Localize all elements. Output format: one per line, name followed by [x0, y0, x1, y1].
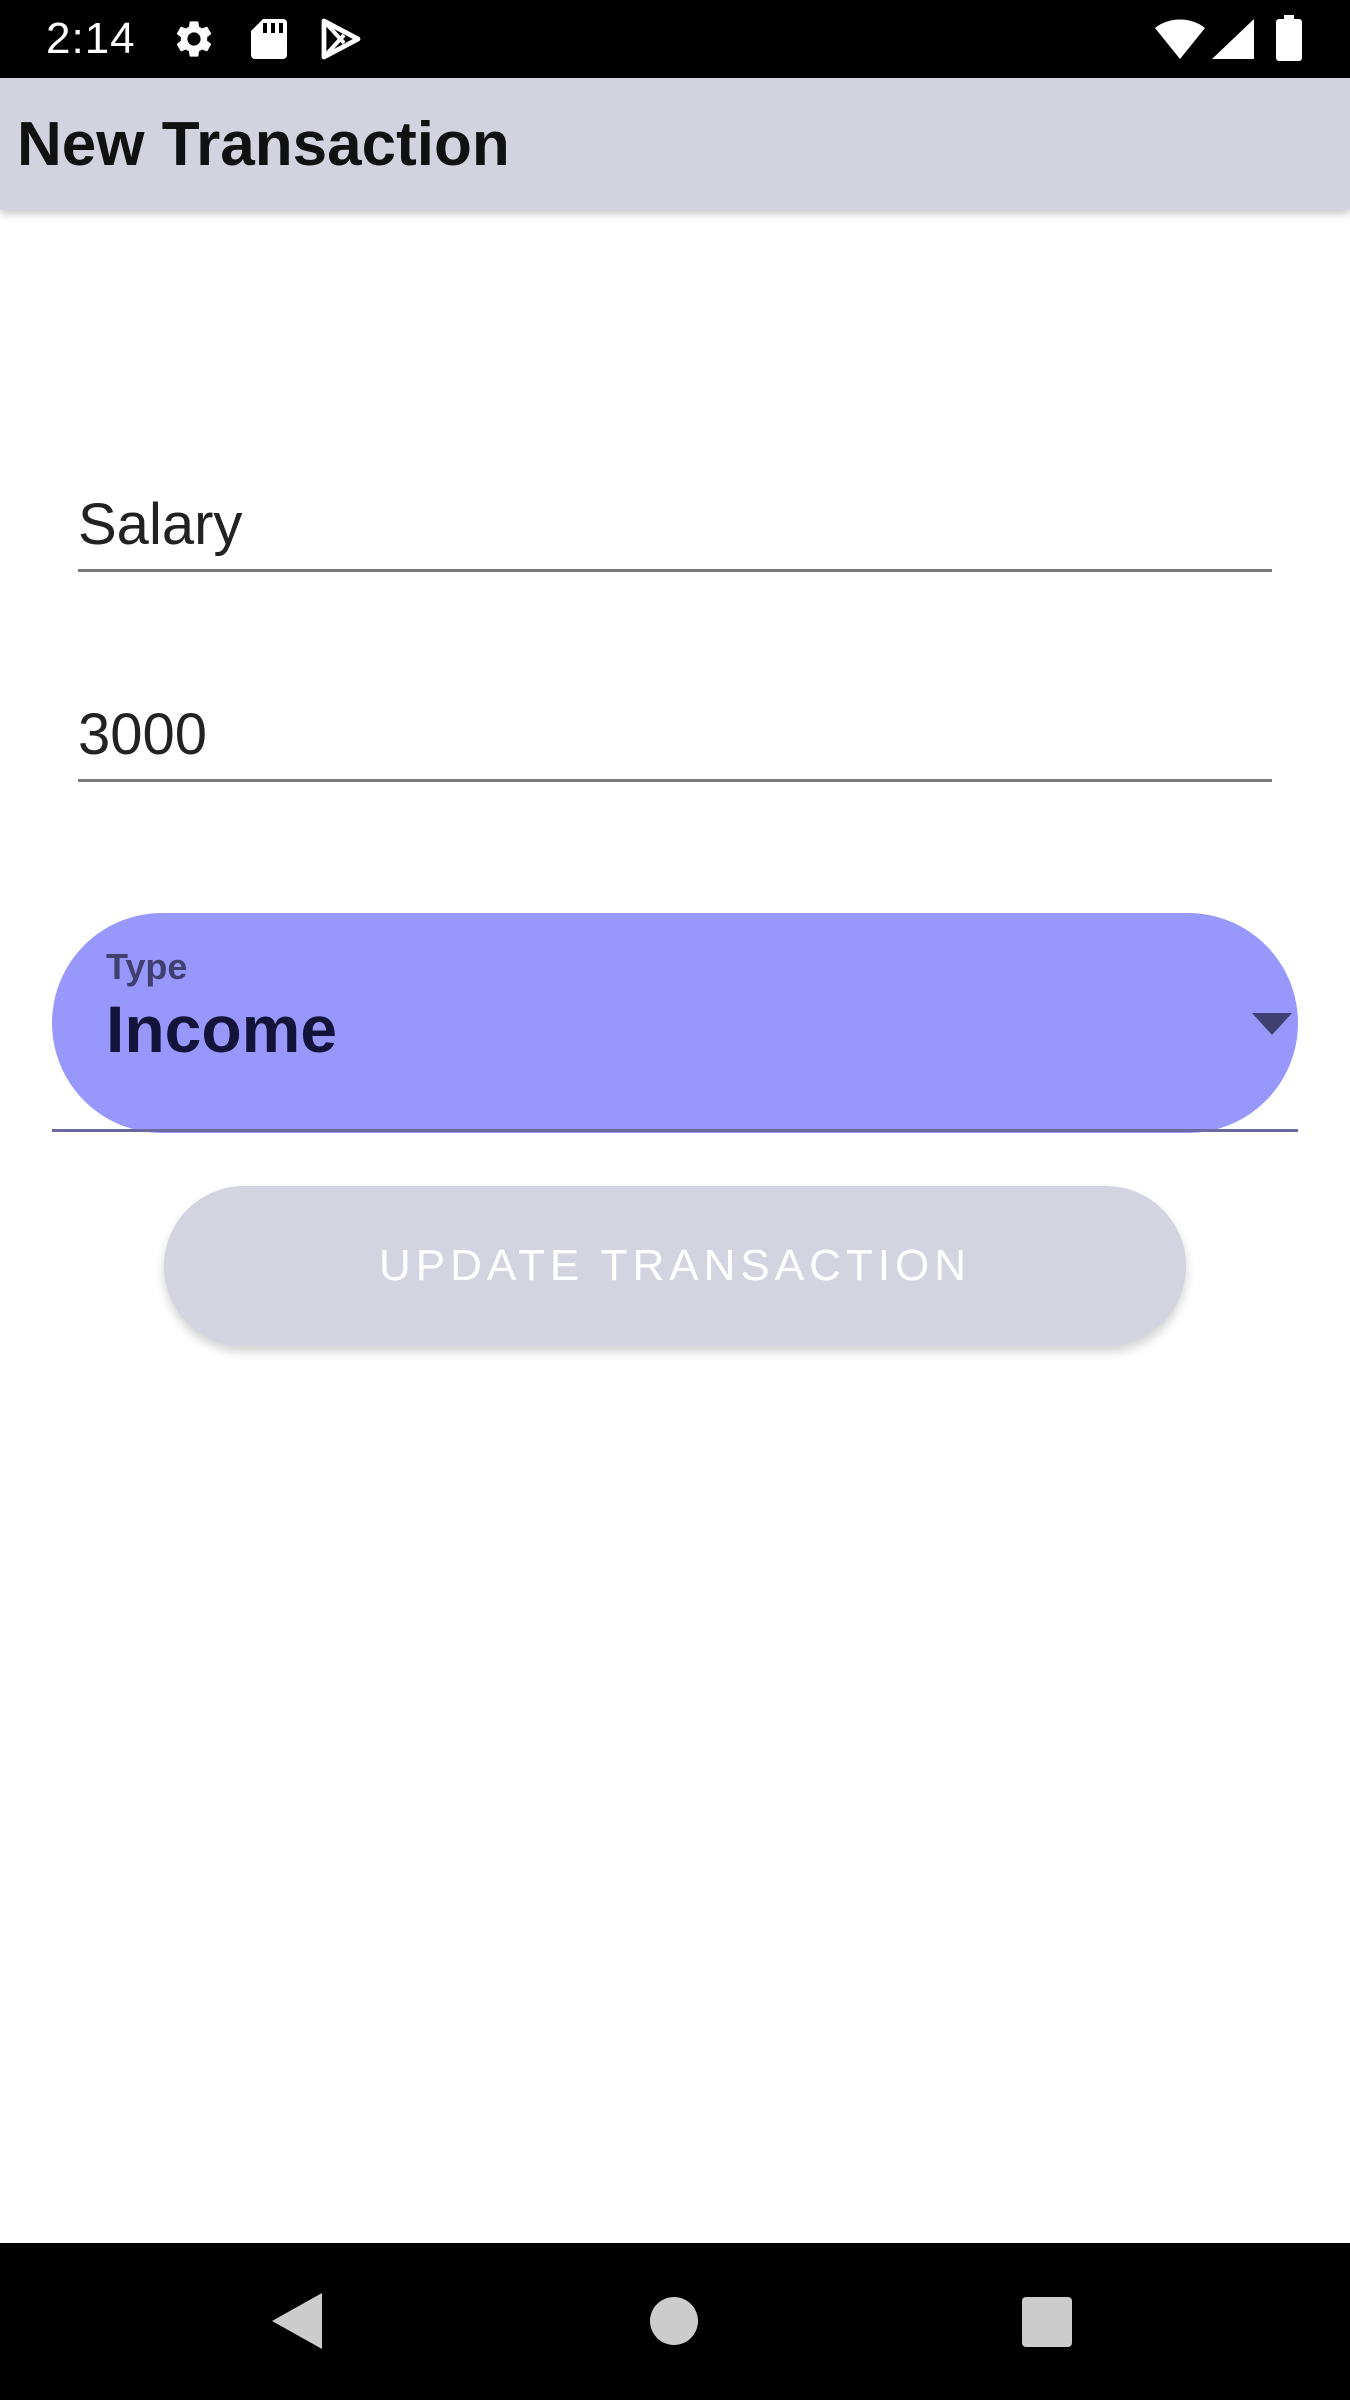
description-input[interactable]: [78, 482, 1272, 566]
amount-input[interactable]: [78, 692, 1272, 776]
description-field[interactable]: [78, 482, 1272, 572]
dropdown-arrow-icon: [1252, 1013, 1292, 1035]
play-store-icon: [321, 18, 361, 60]
screen: 2:14 New Transaction Salary 3000 Type In…: [0, 0, 1350, 2400]
back-icon[interactable]: [272, 2293, 322, 2349]
cell-signal-icon: [1212, 19, 1254, 59]
navigation-bar: [0, 2243, 1350, 2400]
recents-icon[interactable]: [1022, 2297, 1072, 2347]
type-label: Type: [106, 946, 188, 987]
status-time: 2:14: [46, 14, 136, 63]
gear-icon: [176, 21, 212, 57]
update-transaction-button[interactable]: UPDATE TRANSACTION: [164, 1186, 1186, 1346]
amount-field[interactable]: [78, 692, 1272, 782]
type-value: Income: [106, 992, 338, 1066]
app-bar: New Transaction: [0, 78, 1350, 210]
type-dropdown-underline: [52, 1129, 1298, 1132]
wifi-icon: [1155, 19, 1205, 59]
home-icon[interactable]: [650, 2297, 698, 2345]
battery-icon: [1276, 15, 1302, 61]
type-dropdown[interactable]: Type Income: [52, 913, 1298, 1133]
status-bar: 2:14: [0, 0, 1350, 78]
page-title: New Transaction: [17, 110, 510, 179]
sd-card-icon: [251, 19, 287, 59]
